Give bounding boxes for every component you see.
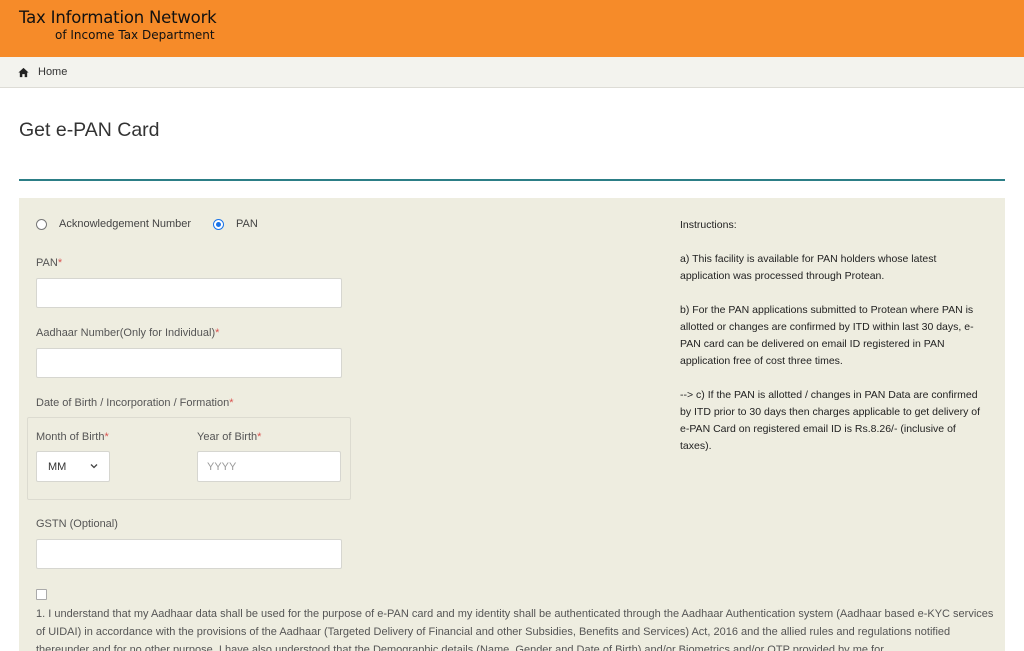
month-of-birth-label: Month of Birth* xyxy=(36,431,109,443)
radio-label-acknowledgement-number[interactable]: Acknowledgement Number xyxy=(59,218,191,230)
dob-label-text: Date of Birth / Incorporation / Formatio… xyxy=(36,397,230,409)
required-mark: * xyxy=(104,431,109,443)
required-mark: * xyxy=(257,431,262,443)
pan-input[interactable] xyxy=(36,278,342,308)
required-mark: * xyxy=(215,327,220,339)
year-of-birth-label-text: Year of Birth xyxy=(197,431,258,443)
consent-checkbox[interactable] xyxy=(36,589,47,600)
month-select-value: MM xyxy=(48,461,67,473)
month-of-birth-label-text: Month of Birth xyxy=(36,431,105,443)
pan-label: PAN* xyxy=(36,257,62,269)
pan-label-text: PAN xyxy=(36,257,58,269)
instruction-item: --> c) If the PAN is allotted / changes … xyxy=(680,389,980,452)
site-title[interactable]: Tax Information Network xyxy=(19,8,217,27)
aadhaar-label: Aadhaar Number(Only for Individual)* xyxy=(36,327,219,339)
instructions-panel: Instructions: a) This facility is availa… xyxy=(680,217,985,472)
aadhaar-label-text: Aadhaar Number(Only for Individual) xyxy=(36,327,216,339)
instructions-heading: Instructions: xyxy=(680,219,737,231)
dob-label: Date of Birth / Incorporation / Formatio… xyxy=(36,397,233,409)
title-divider xyxy=(19,179,1005,181)
site-subtitle: of Income Tax Department xyxy=(55,28,215,42)
month-of-birth-select[interactable]: MM xyxy=(36,451,110,482)
chevron-down-icon xyxy=(90,464,98,469)
year-of-birth-label: Year of Birth* xyxy=(197,431,261,443)
breadcrumb-home-link[interactable]: Home xyxy=(38,66,67,78)
breadcrumb: Home xyxy=(0,57,1024,88)
instruction-item: a) This facility is available for PAN ho… xyxy=(680,253,937,282)
gstn-input[interactable] xyxy=(36,539,342,569)
site-header: Tax Information Network of Income Tax De… xyxy=(0,0,1024,57)
required-mark: * xyxy=(229,397,234,409)
home-icon[interactable] xyxy=(18,67,29,78)
aadhaar-input[interactable] xyxy=(36,348,342,378)
required-mark: * xyxy=(57,257,63,269)
gstn-label: GSTN (Optional) xyxy=(36,518,118,530)
page-title: Get e-PAN Card xyxy=(19,119,160,141)
consent-declaration-text: 1. I understand that my Aadhaar data sha… xyxy=(36,608,994,651)
radio-acknowledgement-number[interactable] xyxy=(36,219,47,230)
radio-label-pan[interactable]: PAN xyxy=(236,218,258,230)
year-of-birth-input[interactable] xyxy=(197,451,341,482)
radio-pan[interactable] xyxy=(213,219,224,230)
instruction-item: b) For the PAN applications submitted to… xyxy=(680,304,974,367)
